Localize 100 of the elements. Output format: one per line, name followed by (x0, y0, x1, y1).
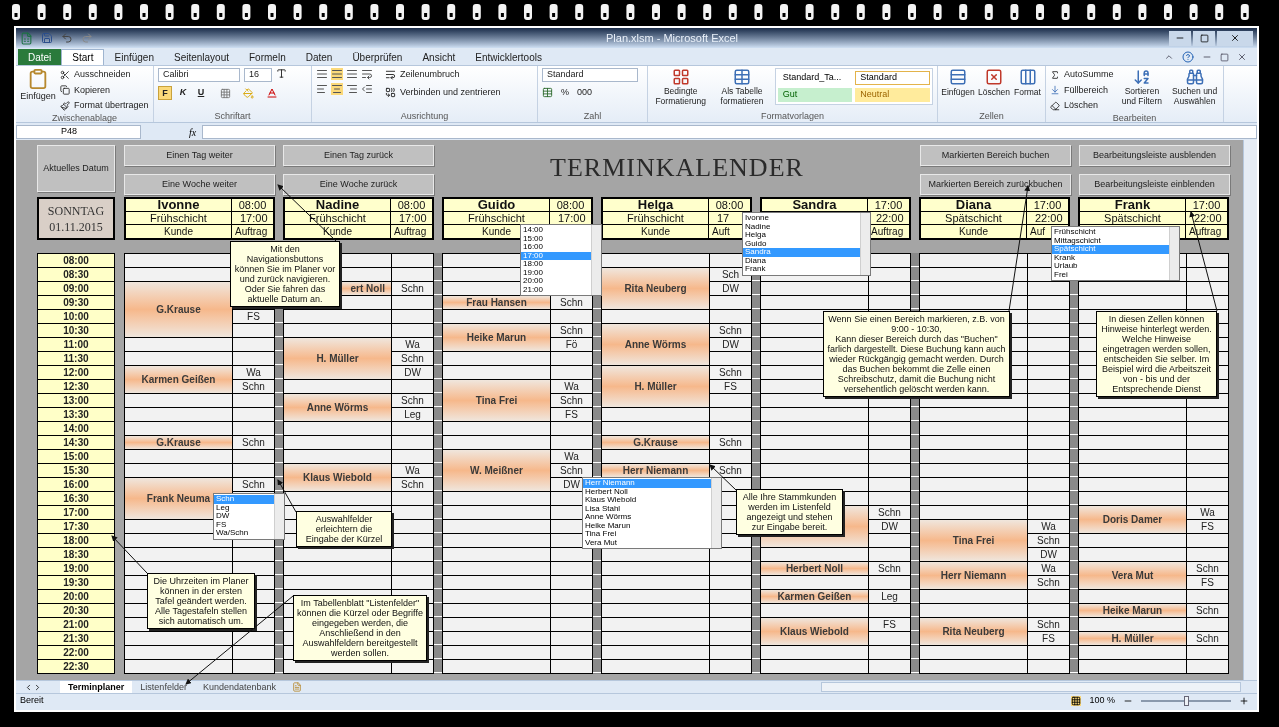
dropdown-option[interactable]: Nadine (743, 222, 860, 231)
dropdown-option[interactable]: Klaus Wiebold (583, 496, 711, 505)
underline-button[interactable]: U (194, 86, 208, 100)
time-cell: 21:00 (38, 618, 114, 632)
format-as-table-button[interactable]: Als Tabelle formatieren (713, 68, 771, 106)
booking-cell: Karmen Geißen (761, 590, 869, 604)
macro-button[interactable]: Bearbeitungsleiste einblenden (1079, 173, 1230, 195)
dropdown-option[interactable]: Guido (743, 239, 860, 248)
start-time: 17:00 (1186, 199, 1227, 212)
order-cell: Wa (551, 380, 592, 394)
booking-cell: H. Müller (1079, 632, 1187, 646)
font-name-field[interactable]: Calibri (158, 68, 240, 82)
dropdown-option[interactable]: 20:00 (521, 277, 591, 286)
time-cell: 14:30 (38, 436, 114, 450)
macro-button[interactable]: Eine Woche weiter (124, 173, 275, 195)
thousands-button[interactable]: 000 (577, 86, 593, 100)
dropdown-option[interactable]: 19:00 (521, 268, 591, 277)
macro-button[interactable]: Bearbeitungsleiste ausblenden (1079, 145, 1230, 166)
sheet-tab[interactable]: Listenfelder (132, 681, 195, 693)
dropdown-option[interactable]: Krank (1052, 253, 1169, 262)
clipboard-action[interactable]: Ausschneiden (60, 68, 149, 82)
clipboard-action[interactable]: Format übertragen (60, 99, 149, 113)
cell-style[interactable]: Neutral (855, 88, 930, 102)
time-cell: 08:00 (38, 254, 114, 268)
booking-cell: Vera Mut (1079, 562, 1187, 590)
dropdown-option[interactable]: 21:00 (521, 285, 591, 294)
today-button[interactable]: Aktuelles Datum (37, 145, 115, 192)
order-cell: Schn (392, 478, 433, 492)
booking-cell: G.Krause (125, 436, 233, 450)
bold-button[interactable]: F (158, 86, 172, 100)
dropdown-option[interactable]: FS (214, 520, 274, 529)
order-cell: DW (869, 520, 910, 534)
ribbon-tab[interactable]: Start (61, 49, 105, 65)
ribbon-tab[interactable]: Entwicklertools (465, 49, 552, 65)
cells-button[interactable]: Löschen (978, 68, 1010, 99)
ribbon-tab[interactable]: Ansicht (412, 49, 466, 65)
conditional-format-button[interactable]: Bedingte Formatierung (652, 68, 710, 106)
clipboard-action[interactable]: Kopieren (60, 83, 149, 97)
ribbon-tab[interactable]: Einfügen (104, 49, 164, 65)
dropdown-option[interactable]: Diana (743, 256, 860, 265)
percent-button[interactable]: % (561, 86, 569, 100)
ribbon-tab[interactable]: Seitenlayout (163, 49, 239, 65)
ribbon-tab[interactable]: Überprüfen (342, 49, 413, 65)
dropdown-option[interactable]: Helga (743, 231, 860, 240)
shift-name: Frühschicht (603, 212, 709, 225)
number-format-field[interactable]: Standard (542, 68, 638, 82)
dropdown-option[interactable]: Vera Mut (583, 538, 711, 547)
italic-button[interactable]: K (176, 86, 190, 100)
zoom-percent: 100 % (1089, 693, 1115, 707)
end-time: 17:00 (232, 212, 273, 225)
time-cell: 15:30 (38, 464, 114, 478)
editing-button[interactable]: Suchen und Auswählen (1170, 68, 1219, 106)
dropdown-option[interactable]: Frank (743, 265, 860, 274)
editing-action[interactable]: Löschen (1050, 99, 1114, 113)
macro-button[interactable]: Einen Tag weiter (124, 145, 275, 166)
name-box[interactable]: P48 (16, 125, 141, 139)
editing-action[interactable]: AutoSumme (1050, 68, 1114, 82)
dropdown-option[interactable]: Lisa Stahl (583, 504, 711, 513)
sheet-tab[interactable]: Terminplaner (60, 681, 133, 693)
dropdown-option[interactable]: Leg (214, 503, 274, 512)
order-cell: Schn (392, 282, 433, 296)
paste-button[interactable]: Einfügen (20, 68, 56, 104)
start-time: 17:00 (1027, 199, 1068, 212)
order-cell: Schn (233, 436, 274, 450)
dropdown-option[interactable]: Anne Wörms (583, 513, 711, 522)
ribbon-tab[interactable]: Datei (18, 49, 62, 65)
dropdown-option[interactable]: Frühschicht (1052, 228, 1169, 237)
callout-note: Die Uhrzeiten im Planer können in der ersten Tafel geändert werden. Alle Tagestafeln stellen sich automatisch um. (147, 573, 255, 629)
order-cell: Schn (551, 296, 592, 310)
cell-style[interactable]: Gut (777, 88, 853, 102)
order-cell: Schn (869, 506, 910, 520)
ribbon-tab[interactable]: Formeln (239, 49, 296, 65)
dropdown-option[interactable]: 18:00 (521, 260, 591, 269)
dropdown-option[interactable]: DW (214, 512, 274, 521)
cells-button[interactable]: Format (1014, 68, 1041, 99)
editing-button[interactable]: Sortieren und Filtern (1117, 68, 1167, 106)
dropdown-option[interactable]: Frei (1052, 270, 1169, 279)
macro-button[interactable]: Markierten Bereich buchen (920, 145, 1071, 166)
end-time: 22:00 (1186, 212, 1227, 225)
cell-style[interactable]: Standard (855, 71, 930, 85)
column-label: Kunde (921, 225, 1027, 238)
time-cell: 20:30 (38, 604, 114, 618)
dropdown-option[interactable]: Wa/Schn (214, 529, 274, 538)
dropdown-option[interactable]: Urlaub (1052, 262, 1169, 271)
order-cell: Schn (1187, 604, 1228, 618)
macro-button[interactable]: Markierten Bereich zurückbuchen (920, 173, 1071, 195)
ribbon-tab[interactable]: Daten (295, 49, 343, 65)
dropdown-option[interactable]: 16:00 (521, 243, 591, 252)
macro-button[interactable]: Eine Woche zurück (283, 173, 434, 195)
merge-button[interactable]: Verbinden und zentrieren (385, 85, 501, 99)
wrap-text-button[interactable]: Zeilenumbruch (385, 68, 501, 82)
dropdown-option[interactable]: Tina Frei (583, 530, 711, 539)
sheet-tab[interactable]: Kundendatenbank (194, 681, 284, 693)
cells-button[interactable]: Einfügen (942, 68, 974, 99)
macro-button[interactable]: Einen Tag zurück (283, 145, 434, 166)
dropdown-option[interactable]: Mittagschicht (1052, 236, 1169, 245)
dropdown-option[interactable]: Heike Marun (583, 521, 711, 530)
function-symbol[interactable]: fx (189, 124, 197, 140)
font-size-field[interactable]: 16 (244, 68, 272, 82)
editing-action[interactable]: Füllbereich (1050, 83, 1114, 97)
